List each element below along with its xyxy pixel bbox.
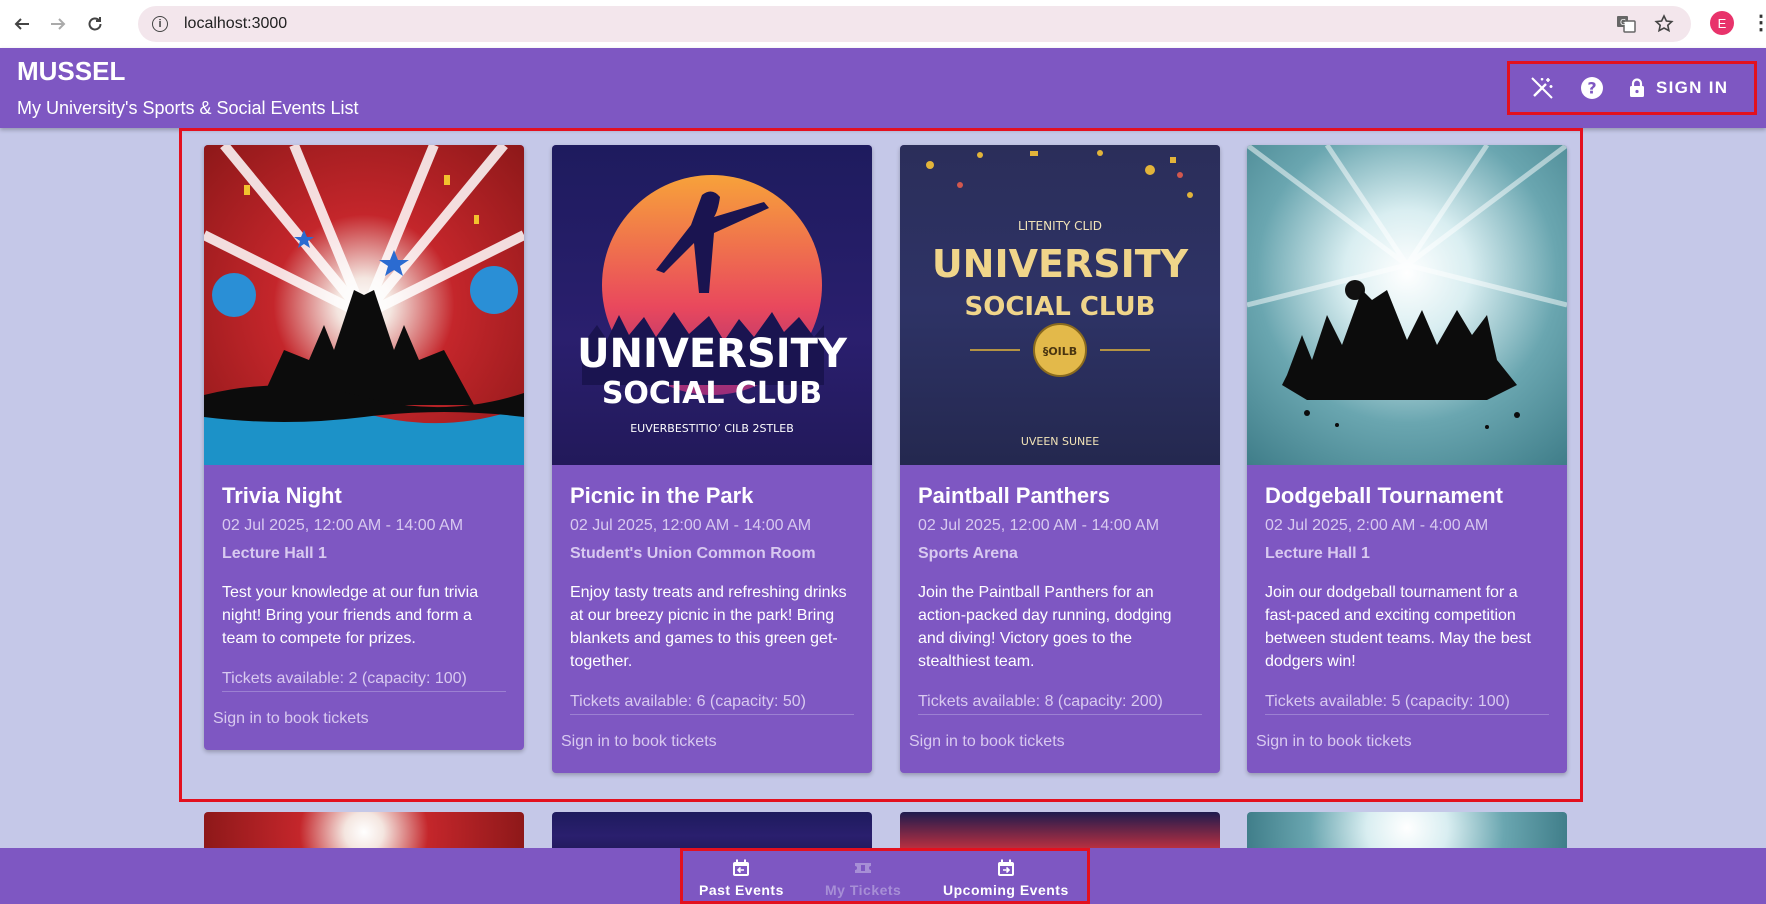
browser-toolbar: i localhost:3000 G E ⋮ — [0, 0, 1766, 48]
event-card: Dodgeball Tournament 02 Jul 2025, 2:00 A… — [1247, 145, 1567, 773]
sign-in-button[interactable]: SIGN IN — [1628, 78, 1728, 98]
help-circle-icon[interactable]: ? — [1576, 72, 1608, 104]
calendar-arrow-left-icon — [733, 859, 750, 876]
sign-in-label: SIGN IN — [1656, 78, 1729, 97]
profile-avatar[interactable]: E — [1710, 11, 1734, 35]
address-bar[interactable]: i localhost:3000 — [138, 6, 1691, 42]
event-date: 02 Jul 2025, 2:00 AM - 4:00 AM — [1265, 517, 1489, 534]
image-caption: SOCIAL CLUB — [965, 292, 1156, 322]
event-date: 02 Jul 2025, 12:00 AM - 14:00 AM — [222, 517, 464, 534]
event-description: Test your knowledge at our fun trivia ni… — [222, 584, 479, 647]
app-subtitle: My University's Sports & Social Events L… — [17, 98, 359, 119]
forward-icon[interactable] — [42, 8, 74, 40]
past-events-tab[interactable]: Past Events — [699, 858, 784, 898]
image-caption: UNIVERSITY — [577, 331, 848, 377]
calendar-arrow-right-icon — [997, 859, 1014, 876]
upcoming-events-label: Upcoming Events — [943, 882, 1069, 898]
my-tickets-label: My Tickets — [825, 882, 902, 898]
ticket-icon — [855, 863, 872, 873]
event-tickets: Tickets available: 2 (capacity: 100) — [222, 670, 506, 692]
upcoming-events-tab[interactable]: Upcoming Events — [943, 858, 1069, 898]
event-description: Enjoy tasty treats and refreshing drinks… — [570, 584, 847, 670]
event-title: Dodgeball Tournament — [1265, 483, 1503, 508]
event-venue: Lecture Hall 1 — [222, 545, 327, 562]
event-title: Paintball Panthers — [918, 483, 1110, 508]
event-image: UNIVERSITY SOCIAL CLUB EUVERBESTITIO’ CI… — [552, 145, 872, 465]
image-caption: SOCIAL CLUB — [602, 376, 822, 411]
event-card: LITENITY CLID UNIVERSITY SOCIAL CLUB §OI… — [900, 145, 1220, 773]
sign-in-to-book-button[interactable]: Sign in to book tickets — [900, 715, 1220, 773]
reload-icon[interactable] — [79, 8, 111, 40]
event-tickets: Tickets available: 8 (capacity: 200) — [918, 693, 1202, 715]
event-venue: Lecture Hall 1 — [1265, 545, 1370, 562]
event-description: Join our dodgeball tournament for a fast… — [1265, 584, 1531, 670]
sign-in-to-book-button[interactable]: Sign in to book tickets — [204, 692, 524, 750]
event-image — [1247, 145, 1567, 465]
image-caption: LITENITY CLID — [1018, 219, 1102, 233]
event-tickets: Tickets available: 5 (capacity: 100) — [1265, 693, 1549, 715]
event-card-partial — [552, 812, 872, 852]
svg-text:?: ? — [1587, 79, 1596, 98]
bookmark-star-icon[interactable] — [1652, 12, 1676, 36]
event-card: Trivia Night 02 Jul 2025, 12:00 AM - 14:… — [204, 145, 524, 750]
event-title: Trivia Night — [222, 483, 342, 508]
image-caption: EUVERBESTITIO’ CILB 2STLEB — [630, 422, 794, 435]
url-text: localhost:3000 — [184, 15, 288, 32]
app-title: MUSSEL — [17, 56, 126, 86]
app-subtitle-text: My University's Sports & Social Events L… — [17, 98, 359, 118]
browser-menu-icon[interactable]: ⋮ — [1751, 10, 1766, 35]
event-description: Join the Paintball Panthers for an actio… — [918, 584, 1172, 670]
event-image: LITENITY CLID UNIVERSITY SOCIAL CLUB §OI… — [900, 145, 1220, 465]
event-venue: Sports Arena — [918, 545, 1018, 562]
event-date: 02 Jul 2025, 12:00 AM - 14:00 AM — [918, 517, 1160, 534]
sign-in-to-book-button[interactable]: Sign in to book tickets — [552, 715, 872, 773]
svg-text:G: G — [1620, 18, 1626, 27]
event-date: 02 Jul 2025, 12:00 AM - 14:00 AM — [570, 517, 812, 534]
event-venue: Student's Union Common Room — [570, 545, 816, 562]
event-card-partial — [900, 812, 1220, 852]
image-caption: UVEEN SUNEE — [1021, 435, 1099, 448]
header-actions: ? SIGN IN — [1507, 61, 1757, 115]
lock-icon — [1630, 78, 1644, 97]
event-card-partial — [1247, 812, 1567, 852]
magic-wand-off-icon[interactable] — [1526, 72, 1558, 104]
event-image — [204, 145, 524, 465]
translate-icon[interactable]: G — [1614, 12, 1638, 36]
site-info-icon[interactable]: i — [152, 16, 168, 32]
event-tickets: Tickets available: 6 (capacity: 50) — [570, 693, 854, 715]
event-title: Picnic in the Park — [570, 483, 754, 508]
event-card: UNIVERSITY SOCIAL CLUB EUVERBESTITIO’ CI… — [552, 145, 872, 773]
app-header: MUSSEL My University's Sports & Social E… — [0, 48, 1766, 128]
my-tickets-tab[interactable]: My Tickets — [825, 858, 901, 898]
event-card-partial — [204, 812, 524, 852]
past-events-label: Past Events — [699, 882, 784, 898]
image-caption: UNIVERSITY — [932, 242, 1189, 286]
back-icon[interactable] — [6, 8, 38, 40]
sign-in-to-book-button[interactable]: Sign in to book tickets — [1247, 715, 1567, 773]
image-caption: §OILB — [1043, 345, 1077, 358]
